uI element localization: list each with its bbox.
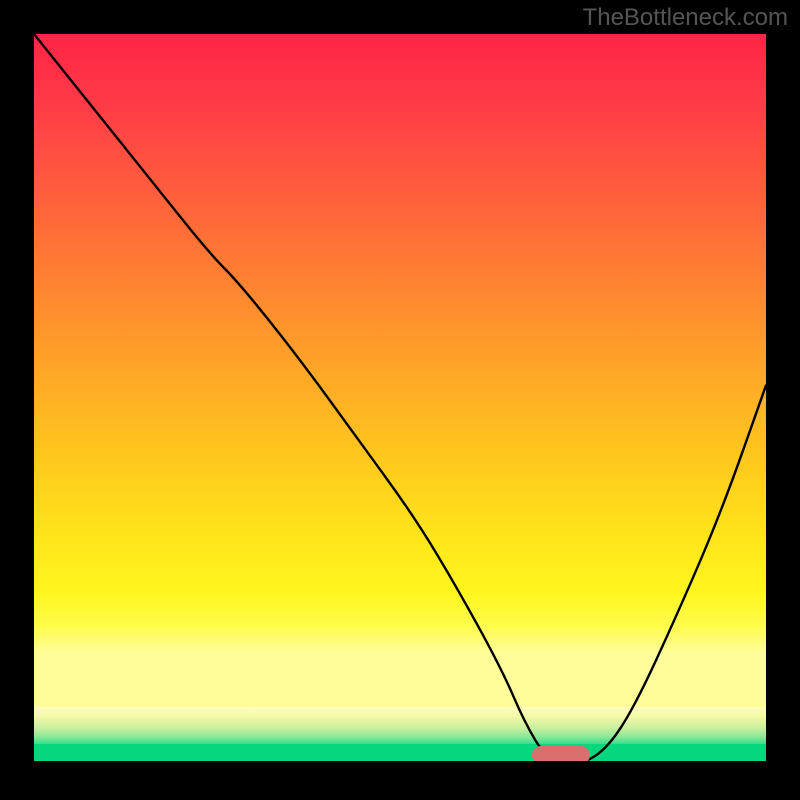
x-axis xyxy=(34,761,766,766)
watermark-text: TheBottleneck.com xyxy=(583,4,788,32)
plot-area xyxy=(30,30,770,770)
bottleneck-curve xyxy=(34,34,766,766)
chart-container: TheBottleneck.com xyxy=(0,0,800,800)
curve-path xyxy=(34,34,766,764)
